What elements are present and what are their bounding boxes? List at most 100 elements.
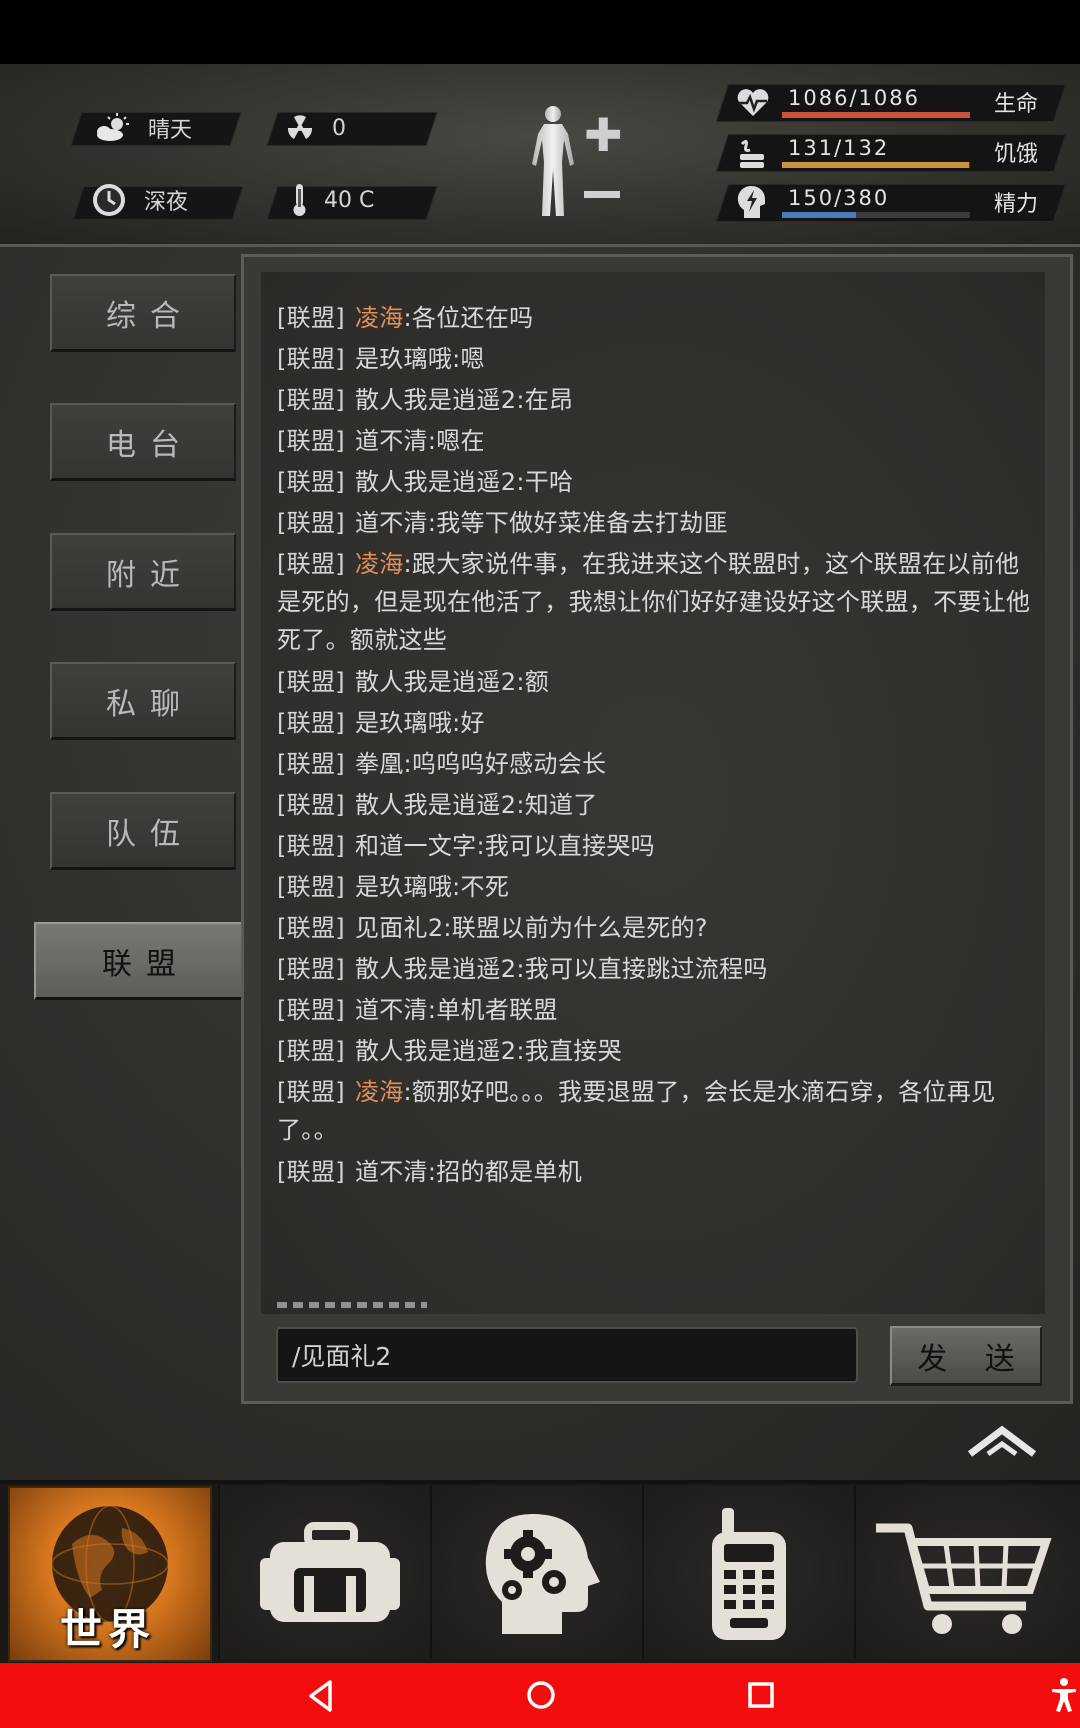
message-text: :我可以直接哭吗 xyxy=(476,832,655,860)
tab-nearby[interactable]: 附近 xyxy=(50,533,236,611)
nav-backpack-button[interactable] xyxy=(218,1486,430,1658)
channel-tag: [联盟] xyxy=(277,468,345,496)
chat-message: [联盟] 散人我是逍遥2:知道了 xyxy=(277,786,1035,824)
sender-name[interactable]: 凌海 xyxy=(355,304,404,332)
chat-message: [联盟] 见面礼2:联盟以前为什么是死的? xyxy=(277,909,1035,947)
hunger-bar xyxy=(782,162,970,168)
tab-radio[interactable]: 电台 xyxy=(50,403,236,481)
sender-name[interactable]: 道不清 xyxy=(355,509,428,537)
sender-name[interactable]: 是玖璃哦 xyxy=(355,709,452,737)
cut-off-message-bottom xyxy=(277,1302,427,1314)
tab-team[interactable]: 队伍 xyxy=(50,792,236,870)
sender-name[interactable]: 是玖璃哦 xyxy=(355,873,452,901)
send-button[interactable]: 发 送 xyxy=(890,1326,1042,1386)
sender-name[interactable]: 凌海 xyxy=(355,1078,404,1106)
chevron-up-icon[interactable] xyxy=(966,1424,1038,1458)
backpack-icon xyxy=(260,1522,400,1622)
sender-name[interactable]: 拳凰 xyxy=(355,750,404,778)
accessibility-icon[interactable] xyxy=(1050,1677,1078,1713)
sender-name[interactable]: 散人我是逍遥2 xyxy=(355,1037,516,1065)
sender-name[interactable]: 散人我是逍遥2 xyxy=(355,955,516,983)
message-text: :单机者联盟 xyxy=(427,996,558,1024)
partly-cloudy-icon xyxy=(97,113,129,141)
channel-tag: [联盟] xyxy=(277,1158,345,1186)
hunger-label: 饥饿 xyxy=(994,142,1039,167)
chat-message: [联盟] 道不清:招的都是单机 xyxy=(277,1153,1035,1191)
energy-bar-fill xyxy=(782,212,857,218)
weather-label: 晴天 xyxy=(148,118,193,143)
energy-value: 150/380 xyxy=(788,186,890,210)
temperature-status: 40 C xyxy=(290,184,374,216)
message-text: :额 xyxy=(516,668,549,696)
home-icon[interactable] xyxy=(524,1678,558,1712)
message-text: :好 xyxy=(452,709,485,737)
heart-pulse-icon xyxy=(737,89,769,116)
chat-message: [联盟] 道不清:单机者联盟 xyxy=(277,991,1035,1029)
body-status-figure-icon[interactable] xyxy=(520,104,586,222)
chat-input[interactable]: /见面礼2 xyxy=(276,1327,858,1383)
chat-message: [联盟] 凌海:额那好吧。。。我要退盟了，会长是水滴石穿，各位再见了。。 xyxy=(277,1073,1035,1149)
chat-message-list[interactable]: [联盟] 凌海:各位还在吗 [联盟] 是玖璃哦:嗯 [联盟] 散人我是逍遥2:在昂 [联盟]… xyxy=(261,272,1045,1314)
increase-stat-button[interactable]: ✚ xyxy=(584,112,623,158)
hunger-value: 131/132 xyxy=(788,136,890,160)
channel-tag: [联盟] xyxy=(277,1078,345,1106)
chat-message: [联盟] 和道一文字:我可以直接哭吗 xyxy=(277,827,1035,865)
nav-skills-button[interactable] xyxy=(430,1486,642,1658)
sender-name[interactable]: 凌海 xyxy=(355,550,404,578)
thermometer-icon xyxy=(293,184,306,216)
sender-name[interactable]: 道不清 xyxy=(355,427,428,455)
sender-name[interactable]: 道不清 xyxy=(355,1158,428,1186)
energy-bar xyxy=(782,212,970,218)
sender-name[interactable]: 道不清 xyxy=(355,996,428,1024)
sender-name[interactable]: 和道一文字 xyxy=(355,832,477,860)
channel-tag: [联盟] xyxy=(277,386,345,414)
message-text: :干哈 xyxy=(516,468,574,496)
chat-message: [联盟] 散人我是逍遥2:额 xyxy=(277,663,1035,701)
channel-tag: [联盟] xyxy=(277,304,345,332)
back-icon[interactable] xyxy=(306,1679,336,1713)
health-bar-fill xyxy=(782,112,970,118)
nav-radio-button[interactable] xyxy=(642,1486,854,1658)
chat-message: [联盟] 散人我是逍遥2:我可以直接跳过流程吗 xyxy=(277,950,1035,988)
message-text: :不死 xyxy=(452,873,510,901)
message-text: :在昂 xyxy=(516,386,574,414)
sender-name[interactable]: 散人我是逍遥2 xyxy=(355,791,516,819)
recents-icon[interactable] xyxy=(746,1680,776,1710)
chat-message: [联盟] 凌海:各位还在吗 xyxy=(277,299,1035,337)
sender-name[interactable]: 散人我是逍遥2 xyxy=(355,668,516,696)
sender-name[interactable]: 是玖璃哦 xyxy=(355,345,452,373)
channel-tag: [联盟] xyxy=(277,873,345,901)
radiation-icon xyxy=(287,115,313,139)
tab-general[interactable]: 综合 xyxy=(50,274,236,352)
message-text: :我等下做好菜准备去打劫匪 xyxy=(427,509,728,537)
chat-message: [联盟] 是玖璃哦:好 xyxy=(277,704,1035,742)
nav-shop-button[interactable] xyxy=(854,1486,1080,1658)
channel-tag: [联盟] xyxy=(277,750,345,778)
radiation-value: 0 xyxy=(332,115,346,141)
chat-message: [联盟] 散人我是逍遥2:在昂 xyxy=(277,381,1035,419)
channel-tag: [联盟] xyxy=(277,668,345,696)
message-text: :嗯 xyxy=(452,345,485,373)
health-label: 生命 xyxy=(994,92,1039,117)
message-text: :招的都是单机 xyxy=(427,1158,583,1186)
message-text: :联盟以前为什么是死的? xyxy=(443,914,708,942)
weather-status: 晴天 xyxy=(92,112,192,144)
sender-name[interactable]: 见面礼2 xyxy=(355,914,443,942)
sender-name[interactable]: 散人我是逍遥2 xyxy=(355,468,516,496)
message-text: :我直接哭 xyxy=(516,1037,622,1065)
system-navigation-bar xyxy=(0,1663,1080,1728)
tab-private-chat[interactable]: 私聊 xyxy=(50,662,236,740)
tab-alliance[interactable]: 联盟 xyxy=(34,922,244,1000)
chat-message: [联盟] 道不清:嗯在 xyxy=(277,422,1035,460)
channel-tag: [联盟] xyxy=(277,509,345,537)
chat-message: [联盟] 是玖璃哦:嗯 xyxy=(277,340,1035,378)
decrease-stat-button[interactable] xyxy=(584,191,620,198)
sender-name[interactable]: 散人我是逍遥2 xyxy=(355,386,516,414)
energy-head-icon xyxy=(737,185,765,218)
hunger-bar-fill xyxy=(782,162,969,168)
message-text: :嗯在 xyxy=(427,427,485,455)
message-text: :各位还在吗 xyxy=(403,304,534,332)
chat-message: [联盟] 道不清:我等下做好菜准备去打劫匪 xyxy=(277,504,1035,542)
clock-icon xyxy=(93,184,125,216)
chat-message: [联盟] 散人我是逍遥2:干哈 xyxy=(277,463,1035,501)
